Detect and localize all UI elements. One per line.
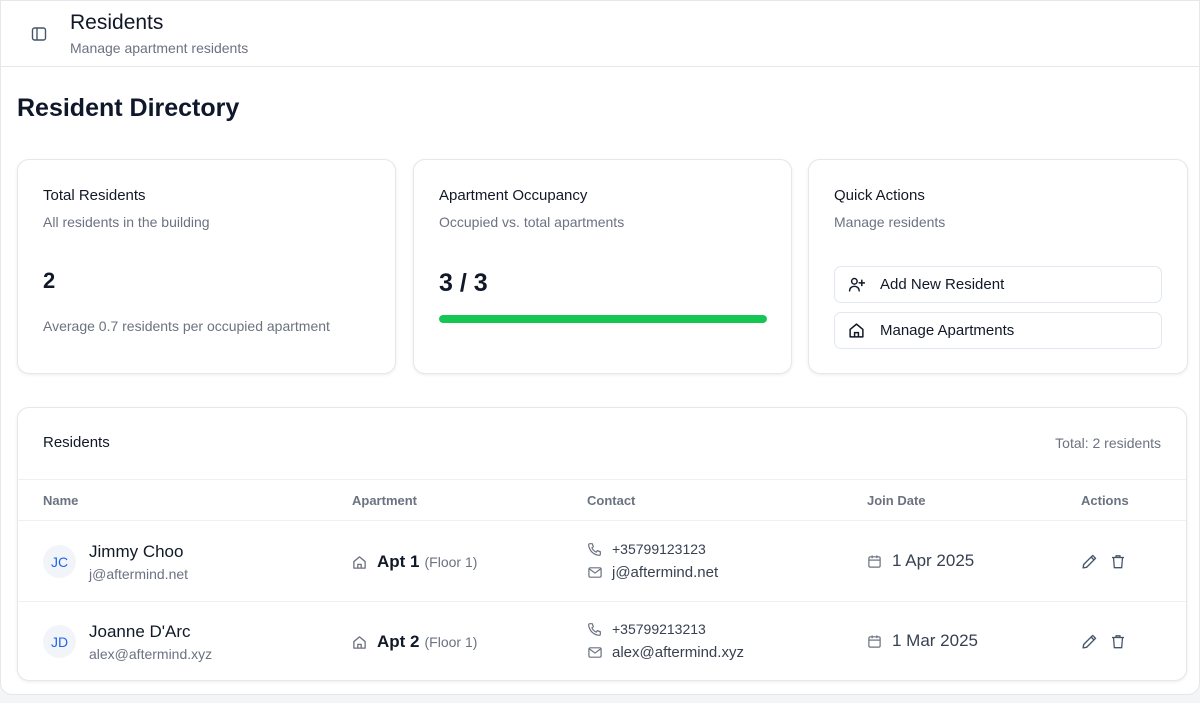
sidebar-toggle-icon[interactable] [30, 25, 48, 43]
app-window: Residents Manage apartment residents Res… [0, 0, 1200, 695]
card-title: Apartment Occupancy [439, 187, 588, 204]
resident-name: Joanne D'Arc [89, 622, 191, 641]
residents-total-count: Total: 2 residents [1055, 435, 1161, 451]
occupancy-progress-bar [439, 315, 767, 323]
contact-email: alex@aftermind.xyz [587, 644, 744, 661]
join-date: 1 Mar 2025 [892, 631, 978, 650]
avatar: JC [43, 545, 76, 578]
manage-apartments-button[interactable]: Manage Apartments [834, 312, 1162, 349]
join-date: 1 Apr 2025 [892, 551, 975, 570]
home-icon [352, 634, 368, 650]
resident-name: Jimmy Choo [89, 542, 184, 561]
column-header-contact: Contact [587, 493, 636, 508]
apartment-cell: Apt 1 (Floor 1) [352, 552, 477, 572]
column-header-name: Name [43, 493, 79, 508]
occupancy-value: 3 / 3 [439, 269, 488, 297]
residents-table-card: Residents Total: 2 residents Name Apartm… [17, 407, 1187, 681]
average-residents-note: Average 0.7 residents per occupied apart… [43, 318, 330, 334]
total-residents-card: Total Residents All residents in the bui… [17, 159, 396, 374]
column-header-actions: Actions [1081, 493, 1129, 508]
table-row: JC Jimmy Choo j@aftermind.net Apt 1 (Flo… [18, 522, 1186, 602]
page-subtitle: Manage apartment residents [70, 40, 249, 56]
column-header-apartment: Apartment [352, 493, 418, 508]
section-heading: Resident Directory [17, 94, 240, 122]
card-description: Manage residents [834, 214, 946, 230]
apartment-floor: (Floor 1) [424, 634, 478, 650]
home-icon [847, 322, 865, 340]
mail-icon [587, 645, 603, 661]
occupancy-card: Apartment Occupancy Occupied vs. total a… [413, 159, 792, 374]
apartment-name: Apt 1 [377, 552, 420, 571]
card-title: Total Residents [43, 187, 146, 204]
join-date-cell: 1 Mar 2025 [867, 631, 978, 651]
total-residents-value: 2 [43, 268, 56, 293]
card-title: Quick Actions [834, 187, 925, 204]
home-icon [352, 554, 368, 570]
contact-phone: +35799213213 [587, 621, 706, 637]
edit-icon[interactable] [1080, 632, 1098, 650]
phone-icon [587, 621, 603, 637]
trash-icon[interactable] [1109, 552, 1127, 570]
add-new-resident-button[interactable]: Add New Resident [834, 266, 1162, 303]
phone-number: +35799123123 [612, 541, 706, 557]
phone-icon [587, 541, 603, 557]
manage-apartments-label: Manage Apartments [880, 322, 1015, 339]
table-title: Residents [43, 434, 110, 451]
resident-email: j@aftermind.net [89, 566, 189, 582]
edit-icon[interactable] [1080, 552, 1098, 570]
calendar-icon [867, 553, 883, 569]
contact-email-address: alex@aftermind.xyz [612, 644, 744, 661]
card-description: Occupied vs. total apartments [439, 214, 625, 230]
quick-actions-card: Quick Actions Manage residents Add New R… [808, 159, 1188, 374]
apartment-cell: Apt 2 (Floor 1) [352, 632, 477, 652]
resident-email: alex@aftermind.xyz [89, 646, 213, 662]
apartment-floor: (Floor 1) [424, 554, 478, 570]
apartment-name: Apt 2 [377, 632, 420, 651]
add-new-resident-label: Add New Resident [880, 276, 1005, 293]
phone-number: +35799213213 [612, 621, 706, 637]
avatar: JD [43, 625, 76, 658]
contact-phone: +35799123123 [587, 541, 706, 557]
trash-icon[interactable] [1109, 632, 1127, 650]
card-description: All residents in the building [43, 214, 210, 230]
occupancy-progress-fill [439, 315, 767, 323]
column-header-join-date: Join Date [867, 493, 926, 508]
table-header: Name Apartment Contact Join Date Actions [18, 479, 1186, 521]
mail-icon [587, 565, 603, 581]
contact-email-address: j@aftermind.net [612, 564, 719, 581]
page-title: Residents [70, 11, 164, 34]
contact-email: j@aftermind.net [587, 564, 718, 581]
top-bar: Residents Manage apartment residents [1, 1, 1199, 67]
user-plus-icon [847, 276, 865, 294]
table-row: JD Joanne D'Arc alex@aftermind.xyz Apt 2… [18, 601, 1186, 681]
join-date-cell: 1 Apr 2025 [867, 551, 974, 571]
calendar-icon [867, 633, 883, 649]
